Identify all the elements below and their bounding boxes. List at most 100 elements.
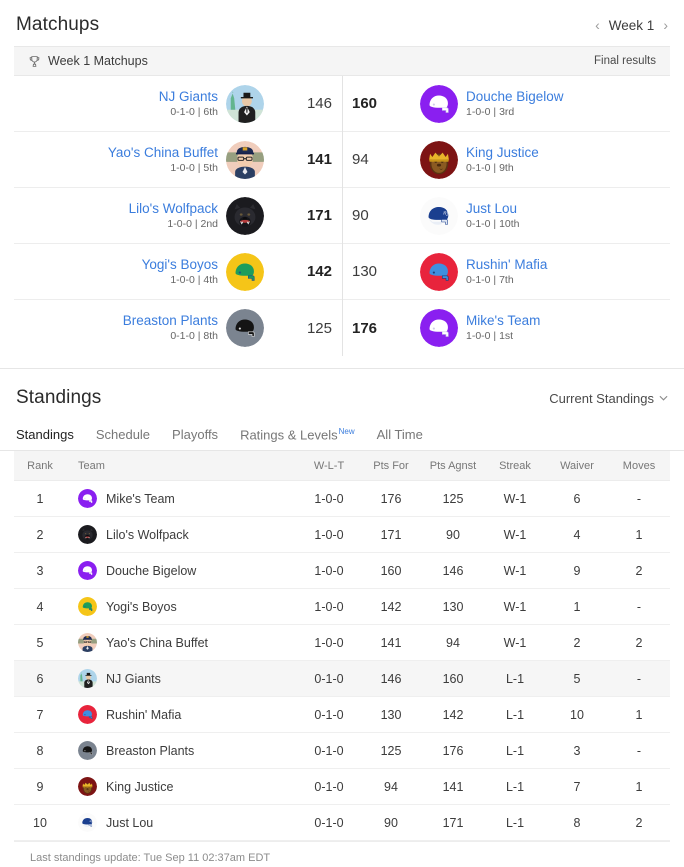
table-row[interactable]: 4 Yogi's Boyos 1-0-0 142 130 W-1 1 - [14, 588, 670, 625]
team-name[interactable]: King Justice [106, 780, 173, 794]
matchups-card: Matchups ‹ Week 1 › Week 1 Matchups Fina… [0, 0, 684, 356]
cell-pts-for: 94 [360, 768, 422, 805]
table-row[interactable]: 7 Rushin' Mafia 0-1-0 130 142 L-1 10 1 [14, 696, 670, 733]
tab-all-time[interactable]: All Time [377, 427, 423, 450]
matchup-row[interactable]: Breaston Plants 0-1-0 | 8th 125 176 Mike… [14, 300, 670, 356]
table-row[interactable]: 2 Lilo's Wolfpack 1-0-0 171 90 W-1 4 1 [14, 516, 670, 553]
matchups-title: Matchups [16, 14, 100, 35]
cell-waiver: 9 [546, 552, 608, 589]
team-name[interactable]: Yao's China Buffet [106, 636, 208, 650]
cell-wlt: 1-0-0 [298, 588, 360, 625]
column-header-streak: Streak [484, 451, 546, 481]
table-row[interactable]: 1 Mike's Team 1-0-0 176 125 W-1 6 - [14, 480, 670, 517]
matchup-row[interactable]: NJ Giants 0-1-0 | 6th 146 160 Douche Big… [14, 76, 670, 132]
cell-pts-agnst: 141 [422, 768, 484, 805]
team-name-link[interactable]: Mike's Team [466, 313, 540, 329]
team-name-link[interactable]: Just Lou [466, 201, 517, 217]
standings-table: Rank Team W-L-T Pts For Pts Agnst Streak… [14, 451, 670, 841]
column-header-moves: Moves [608, 451, 670, 481]
team-name[interactable]: Yogi's Boyos [106, 600, 177, 614]
team-name-link[interactable]: Yao's China Buffet [108, 145, 218, 161]
table-row[interactable]: 9 King Justice 0-1-0 94 141 L-1 7 1 [14, 768, 670, 805]
column-header-waiver: Waiver [546, 451, 608, 481]
cell-waiver: 4 [546, 516, 608, 553]
team-score: 125 [306, 319, 332, 337]
matchup-row[interactable]: Lilo's Wolfpack 1-0-0 | 2nd 171 90 ny Ju… [14, 188, 670, 244]
purple-helmet-avatar [420, 309, 458, 347]
matchups-subheader: Week 1 Matchups Final results [14, 46, 670, 76]
team-name[interactable]: Douche Bigelow [106, 564, 196, 578]
cell-waiver: 8 [546, 804, 608, 841]
team-score: 141 [306, 151, 332, 168]
team-score: 171 [306, 207, 332, 224]
cell-moves: - [608, 480, 670, 517]
cell-pts-for: 125 [360, 732, 422, 769]
team-name-link[interactable]: Breaston Plants [123, 313, 218, 329]
column-header-pts-for: Pts For [360, 451, 422, 481]
table-row[interactable]: 3 Douche Bigelow 1-0-0 160 146 W-1 9 2 [14, 552, 670, 589]
team-name-link[interactable]: King Justice [466, 145, 539, 161]
cell-pts-for: 176 [360, 480, 422, 517]
cell-streak: W-1 [484, 480, 546, 517]
giants-helmet-avatar: ny [420, 196, 458, 235]
standings-view-dropdown[interactable]: Current Standings [549, 391, 668, 406]
cell-waiver: 7 [546, 768, 608, 805]
cell-wlt: 1-0-0 [298, 516, 360, 553]
team-name[interactable]: Lilo's Wolfpack [106, 528, 189, 542]
table-row[interactable]: 6 NJ Giants 0-1-0 146 160 L-1 5 - [14, 660, 670, 697]
tab-label: All Time [376, 427, 423, 442]
team-name[interactable]: Just Lou [106, 816, 153, 830]
team-name-link[interactable]: Rushin' Mafia [466, 257, 547, 273]
prev-week-button[interactable]: ‹ [595, 18, 600, 32]
team-name[interactable]: Mike's Team [106, 492, 175, 506]
purple-helmet-avatar [78, 561, 97, 580]
cell-rank: 2 [14, 516, 66, 553]
cell-waiver: 1 [546, 588, 608, 625]
matchup-row[interactable]: Yao's China Buffet 1-0-0 | 5th 141 94 Ki… [14, 132, 670, 188]
table-row[interactable]: 10 ny Just Lou 0-1-0 90 171 L-1 8 2 [14, 804, 670, 841]
giants-helmet-avatar: ny [78, 813, 97, 832]
table-row[interactable]: 8 Breaston Plants 0-1-0 125 176 L-1 3 - [14, 732, 670, 769]
tab-standings[interactable]: Standings [16, 427, 74, 450]
gold-green-helmet-avatar [226, 252, 264, 291]
cell-rank: 8 [14, 732, 66, 769]
cell-rank: 4 [14, 588, 66, 625]
column-header-pts-agnst: Pts Agnst [422, 451, 484, 481]
cell-pts-for: 171 [360, 516, 422, 553]
team-name[interactable]: Rushin' Mafia [106, 708, 181, 722]
team-name-link[interactable]: Lilo's Wolfpack [129, 201, 218, 217]
team-score: 142 [306, 263, 332, 280]
team-record: 0-1-0 | 8th [170, 330, 218, 342]
cell-streak: W-1 [484, 624, 546, 661]
gold-green-helmet-avatar [78, 597, 97, 616]
cell-streak: L-1 [484, 732, 546, 769]
column-header-rank: Rank [14, 451, 66, 481]
tab-label: Playoffs [172, 427, 219, 442]
tab-ratings-levels[interactable]: Ratings & LevelsNew [240, 427, 355, 450]
team-score: 94 [352, 151, 369, 168]
cell-wlt: 0-1-0 [298, 696, 360, 733]
next-week-button[interactable]: › [663, 18, 668, 32]
team-name[interactable]: Breaston Plants [106, 744, 194, 758]
tab-schedule[interactable]: Schedule [96, 427, 150, 450]
team-name-link[interactable]: Yogi's Boyos [142, 257, 218, 273]
matchup-left-team: Yao's China Buffet 1-0-0 | 5th 141 [14, 132, 342, 187]
team-name[interactable]: NJ Giants [106, 672, 161, 686]
black-wolf-avatar [226, 196, 264, 235]
cell-moves: - [608, 732, 670, 769]
cell-rank: 9 [14, 768, 66, 805]
team-record: 0-1-0 | 9th [466, 161, 514, 174]
chevron-down-icon [659, 393, 668, 404]
team-name-link[interactable]: NJ Giants [159, 89, 218, 105]
matchup-row[interactable]: Yogi's Boyos 1-0-0 | 4th 142 130 Rushin'… [14, 244, 670, 300]
cell-pts-agnst: 176 [422, 732, 484, 769]
tab-playoffs[interactable]: Playoffs [172, 427, 218, 450]
cell-pts-for: 90 [360, 804, 422, 841]
cell-wlt: 0-1-0 [298, 768, 360, 805]
current-week-label[interactable]: Week 1 [609, 18, 655, 33]
red-blue-helmet-avatar [420, 252, 458, 291]
team-name-link[interactable]: Douche Bigelow [466, 89, 564, 105]
cell-moves: 2 [608, 804, 670, 841]
cell-pts-for: 130 [360, 696, 422, 733]
table-row[interactable]: 5 Yao's China Buffet 1-0-0 141 94 W-1 2 … [14, 624, 670, 661]
